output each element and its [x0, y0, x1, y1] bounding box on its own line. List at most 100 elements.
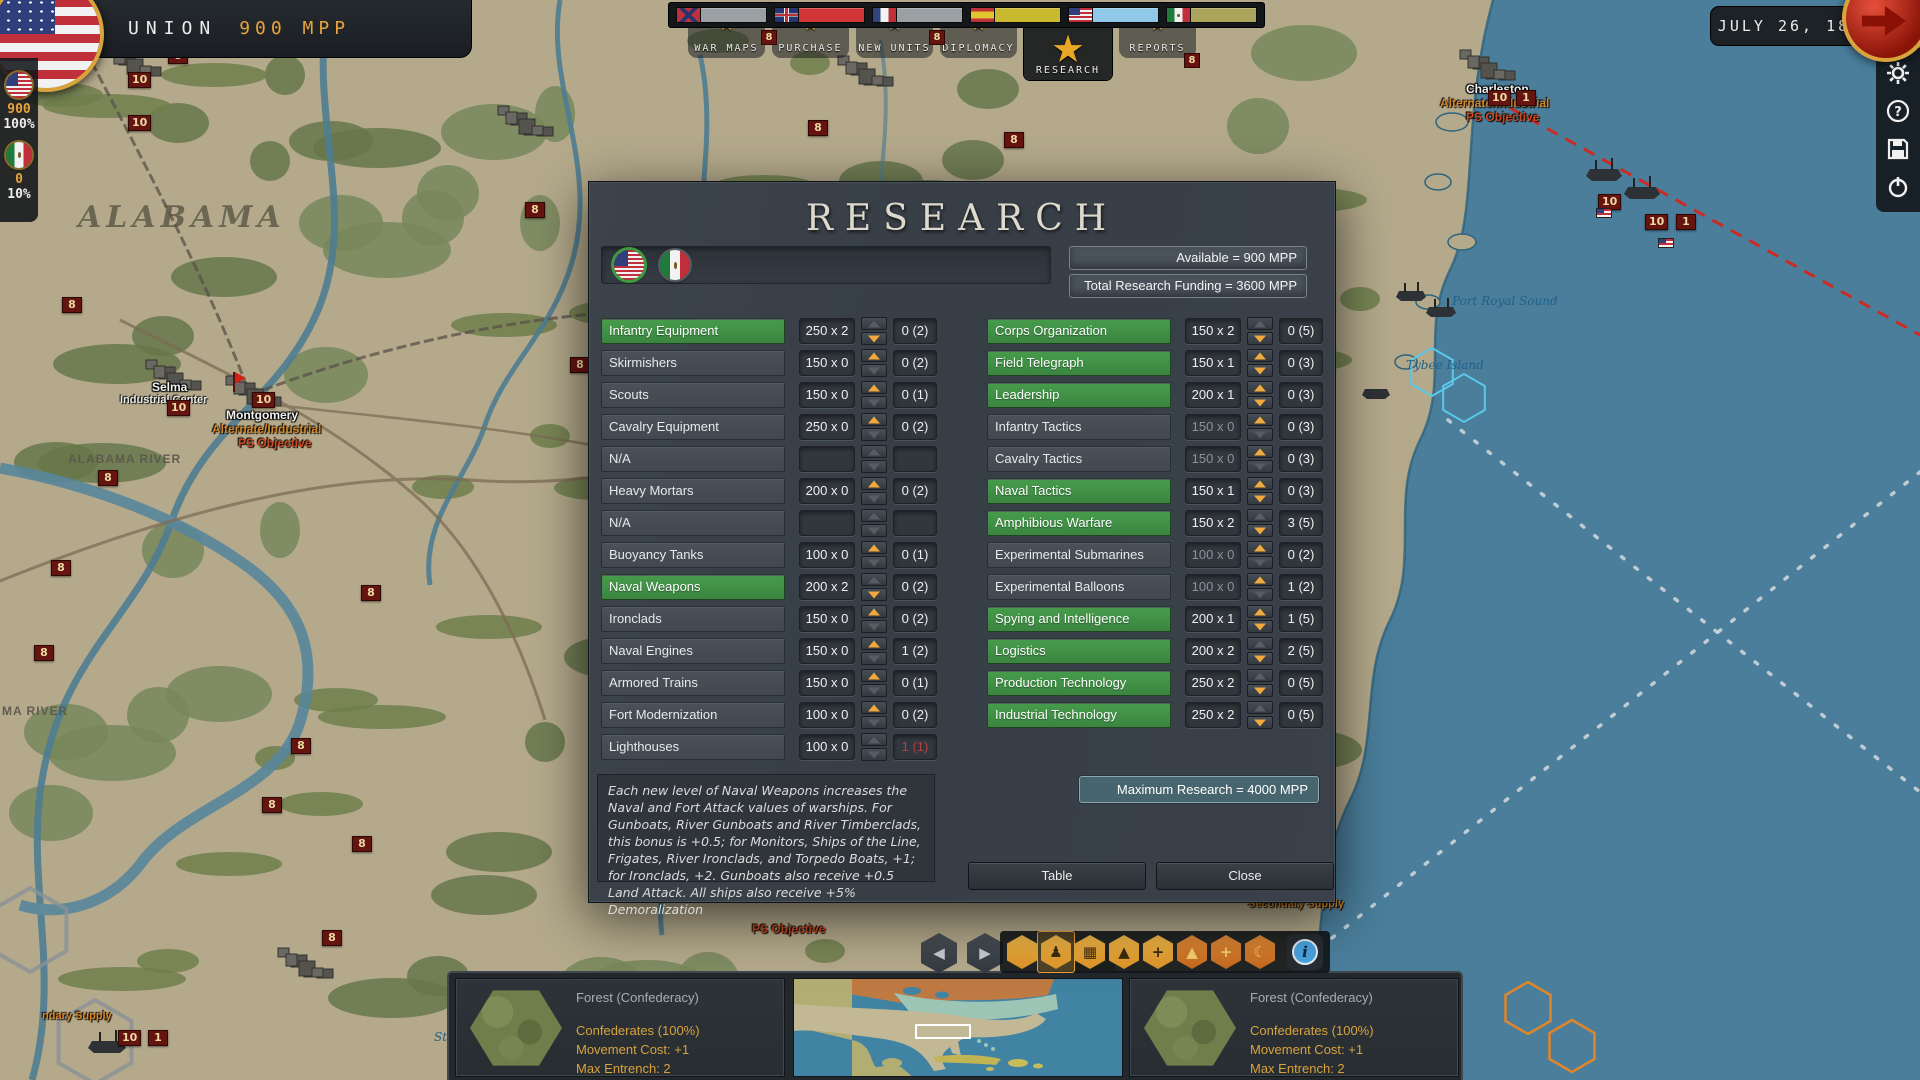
unit-strength-badge[interactable]: 10: [128, 72, 151, 88]
unit-strength-badge[interactable]: 8: [62, 297, 82, 313]
infantry-action-icon[interactable]: ♟: [1041, 935, 1071, 969]
unit-strength-badge[interactable]: 10: [1645, 214, 1668, 230]
increase-investment-button[interactable]: [861, 477, 887, 490]
info-button[interactable]: i: [1287, 934, 1323, 970]
increase-investment-button[interactable]: [1247, 349, 1273, 362]
previous-unit-button[interactable]: ◀: [921, 933, 957, 973]
diplomacy-segment-csa[interactable]: [676, 7, 767, 23]
help-icon[interactable]: ?: [1885, 98, 1911, 124]
decrease-investment-button[interactable]: [861, 332, 887, 345]
tab-new-units[interactable]: ★New Units8: [856, 28, 933, 58]
increase-investment-button[interactable]: [1247, 573, 1273, 586]
decrease-investment-button[interactable]: [1247, 332, 1273, 345]
upgrade-icon[interactable]: ▲: [1109, 935, 1139, 969]
increase-investment-button[interactable]: [1247, 381, 1273, 394]
increase-investment-button[interactable]: [861, 381, 887, 394]
decrease-investment-button[interactable]: [861, 652, 887, 665]
unit-strength-badge[interactable]: 8: [352, 836, 372, 852]
unit-strength-badge[interactable]: 8: [570, 357, 590, 373]
decrease-investment-button[interactable]: [861, 524, 887, 537]
tab-diplomacy[interactable]: ★Diplomacy: [940, 28, 1017, 58]
nation-flag-mexico[interactable]: [660, 250, 690, 280]
diplomacy-segment-usa[interactable]: [1068, 7, 1159, 23]
increase-investment-button[interactable]: [861, 637, 887, 650]
increase-investment-button[interactable]: [861, 605, 887, 618]
tab-purchase[interactable]: ★Purchase: [772, 28, 849, 58]
increase-investment-button[interactable]: [1247, 637, 1273, 650]
decrease-investment-button[interactable]: [1247, 620, 1273, 633]
decrease-investment-button[interactable]: [861, 620, 887, 633]
decrease-investment-button[interactable]: [861, 716, 887, 729]
unit-strength-badge[interactable]: 1: [1516, 90, 1536, 106]
decrease-investment-button[interactable]: [1247, 716, 1273, 729]
increase-investment-button[interactable]: [861, 733, 887, 746]
tab-war-maps[interactable]: ★War Maps8: [688, 28, 765, 58]
tab-reports[interactable]: ★Reports8: [1119, 28, 1196, 58]
hex-territory-icon[interactable]: [1007, 935, 1037, 969]
unit-strength-badge[interactable]: 1: [148, 1030, 168, 1046]
unit-strength-badge[interactable]: 10: [252, 392, 275, 408]
minimap[interactable]: [793, 978, 1123, 1077]
increase-investment-button[interactable]: [1247, 445, 1273, 458]
decrease-investment-button[interactable]: [1247, 588, 1273, 601]
unit-strength-badge[interactable]: 8: [808, 120, 828, 136]
increase-investment-button[interactable]: [1247, 701, 1273, 714]
decrease-investment-button[interactable]: [861, 460, 887, 473]
decrease-investment-button[interactable]: [861, 492, 887, 505]
increase-investment-button[interactable]: [861, 317, 887, 330]
unit-strength-badge[interactable]: 8: [291, 738, 311, 754]
elite-reinforce-icon[interactable]: +: [1211, 935, 1241, 969]
decrease-investment-button[interactable]: [861, 396, 887, 409]
unit-strength-badge[interactable]: 8: [361, 585, 381, 601]
decrease-investment-button[interactable]: [861, 684, 887, 697]
decrease-investment-button[interactable]: [1247, 652, 1273, 665]
unit-strength-badge[interactable]: 10: [167, 400, 190, 416]
decrease-investment-button[interactable]: [1247, 428, 1273, 441]
unit-strength-badge[interactable]: 8: [525, 202, 545, 218]
unit-strength-badge[interactable]: 8: [98, 470, 118, 486]
increase-investment-button[interactable]: [861, 445, 887, 458]
table-button[interactable]: Table: [968, 862, 1146, 890]
increase-investment-button[interactable]: [1247, 541, 1273, 554]
decrease-investment-button[interactable]: [861, 748, 887, 761]
unit-strength-badge[interactable]: 10: [1488, 90, 1511, 106]
increase-investment-button[interactable]: [861, 541, 887, 554]
elite-upgrade-icon[interactable]: ▲: [1177, 935, 1207, 969]
increase-investment-button[interactable]: [861, 701, 887, 714]
unit-details-icon[interactable]: ▦: [1075, 935, 1105, 969]
decrease-investment-button[interactable]: [1247, 364, 1273, 377]
unit-strength-badge[interactable]: 1: [1676, 214, 1696, 230]
nation-flag-usa[interactable]: [614, 250, 644, 280]
unit-strength-badge[interactable]: 8: [262, 797, 282, 813]
increase-investment-button[interactable]: [861, 509, 887, 522]
increase-investment-button[interactable]: [861, 413, 887, 426]
increase-investment-button[interactable]: [1247, 509, 1273, 522]
increase-investment-button[interactable]: [1247, 317, 1273, 330]
unit-strength-badge[interactable]: 8: [1004, 132, 1024, 148]
unit-strength-badge[interactable]: 8: [34, 645, 54, 661]
unit-strength-badge[interactable]: 10: [128, 115, 151, 131]
decrease-investment-button[interactable]: [861, 588, 887, 601]
decrease-investment-button[interactable]: [861, 364, 887, 377]
diplomacy-segment-spain[interactable]: [970, 7, 1061, 23]
decrease-investment-button[interactable]: [861, 428, 887, 441]
unit-strength-badge[interactable]: 10: [118, 1030, 141, 1046]
decrease-investment-button[interactable]: [1247, 460, 1273, 473]
decrease-investment-button[interactable]: [861, 556, 887, 569]
diplomacy-segment-mexico[interactable]: [1166, 7, 1257, 23]
diplomacy-segment-france[interactable]: [872, 7, 963, 23]
decrease-investment-button[interactable]: [1247, 524, 1273, 537]
decrease-investment-button[interactable]: [1247, 492, 1273, 505]
unit-strength-badge[interactable]: 8: [322, 930, 342, 946]
tab-research[interactable]: ★Research1: [1024, 28, 1112, 80]
increase-investment-button[interactable]: [861, 349, 887, 362]
increase-investment-button[interactable]: [1247, 477, 1273, 490]
increase-investment-button[interactable]: [1247, 413, 1273, 426]
decrease-investment-button[interactable]: [1247, 396, 1273, 409]
decrease-investment-button[interactable]: [1247, 684, 1273, 697]
next-unit-button[interactable]: ▶: [967, 933, 1003, 973]
night-mode-icon[interactable]: ☾: [1245, 935, 1275, 969]
settings-icon[interactable]: [1885, 60, 1911, 86]
unit-strength-badge[interactable]: 8: [51, 560, 71, 576]
increase-investment-button[interactable]: [861, 669, 887, 682]
